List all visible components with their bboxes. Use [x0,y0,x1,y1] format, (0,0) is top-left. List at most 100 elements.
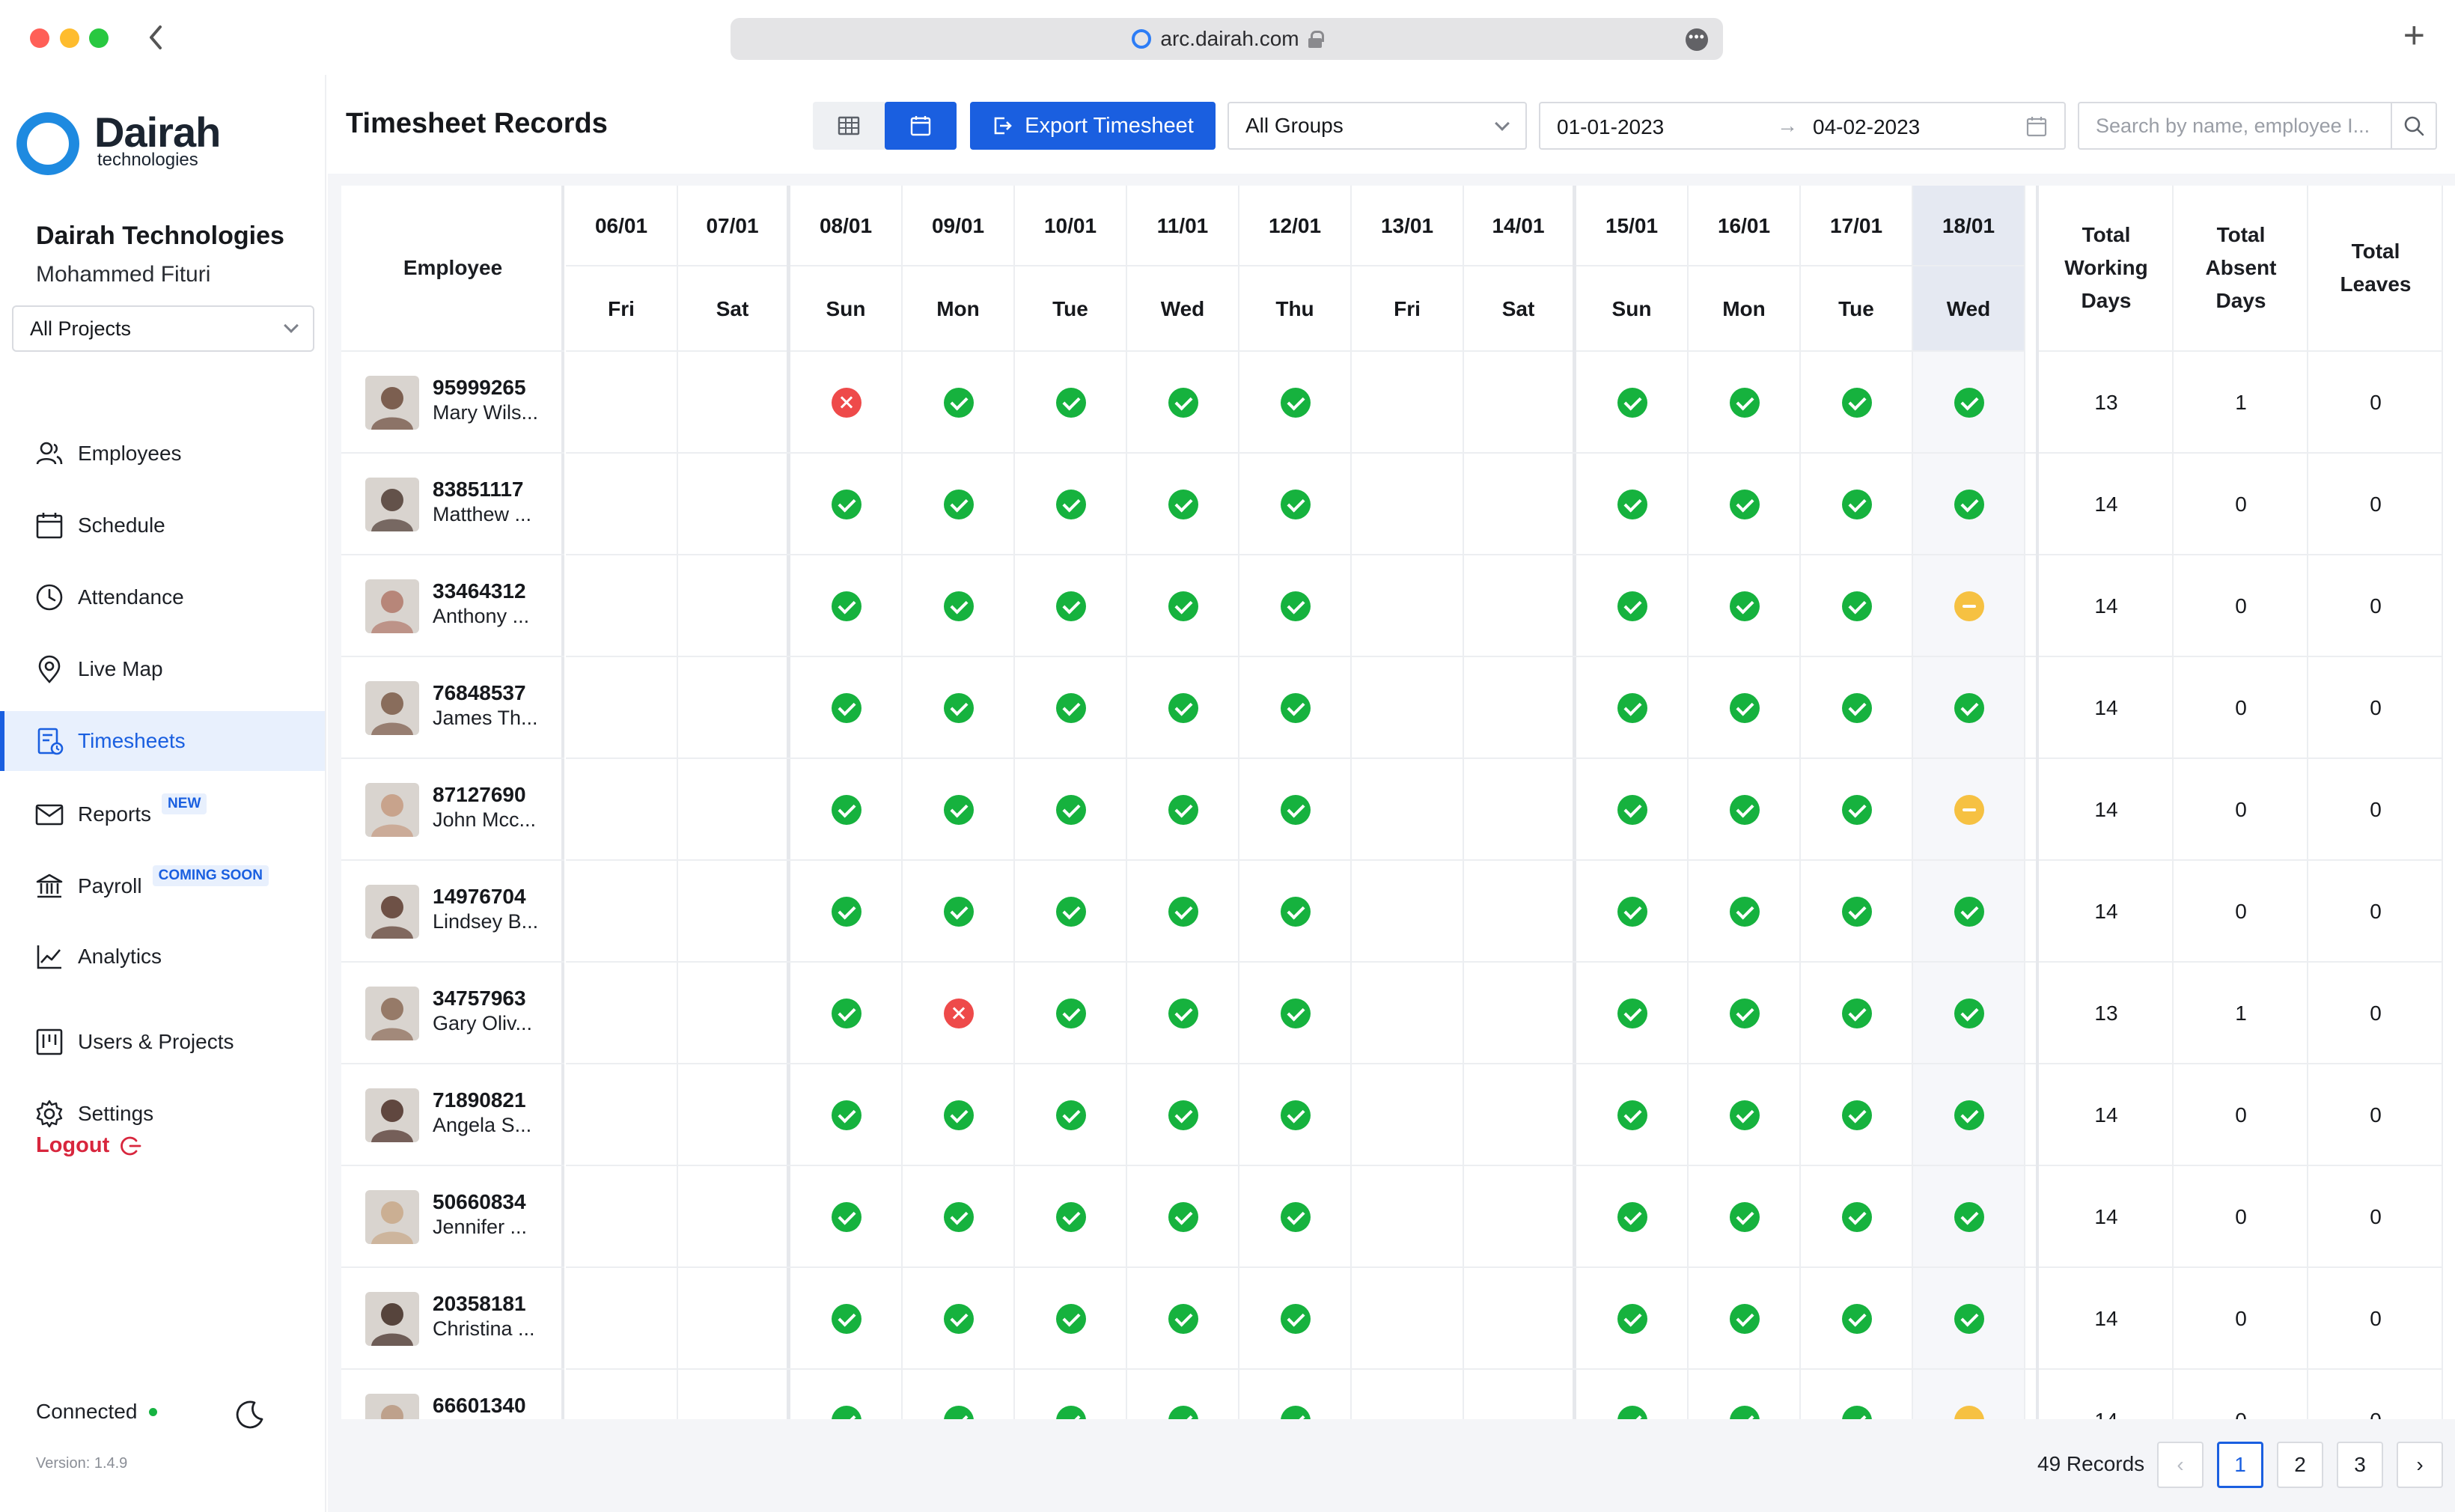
table-row[interactable]: 76848537 James Th... [341,657,564,759]
date-to[interactable]: 04-02-2023 [1813,115,1920,139]
present-check-icon[interactable] [1281,897,1311,927]
present-check-icon[interactable] [944,897,974,927]
present-check-icon[interactable] [1168,795,1198,825]
present-check-icon[interactable] [1168,999,1198,1028]
present-check-icon[interactable] [1281,693,1311,723]
sidebar-item-payroll[interactable]: Payroll COMING SOON [0,856,325,916]
table-row[interactable]: 20358181 Christina ... [341,1268,564,1370]
sidebar-item-attendance[interactable]: Attendance [0,567,325,627]
present-check-icon[interactable] [1842,795,1872,825]
present-check-icon[interactable] [1617,1202,1647,1232]
present-check-icon[interactable] [1056,1202,1086,1232]
present-check-icon[interactable] [1281,999,1311,1028]
present-check-icon[interactable] [1842,1202,1872,1232]
table-row[interactable]: 50660834 Jennifer ... [341,1166,564,1268]
present-check-icon[interactable] [1168,897,1198,927]
sidebar-item-analytics[interactable]: Analytics [0,927,325,987]
present-check-icon[interactable] [1617,999,1647,1028]
dark-mode-moon-icon[interactable] [234,1398,266,1431]
present-check-icon[interactable] [1954,1100,1984,1130]
present-check-icon[interactable] [832,795,861,825]
search-button[interactable] [2391,102,2437,150]
present-check-icon[interactable] [1842,591,1872,621]
present-check-icon[interactable] [1617,795,1647,825]
present-check-icon[interactable] [1730,1202,1760,1232]
table-row[interactable]: 66601340 [341,1370,564,1419]
page-1-button[interactable]: 1 [2217,1442,2263,1488]
present-check-icon[interactable] [1281,490,1311,519]
table-view-button[interactable] [813,102,885,150]
present-check-icon[interactable] [1954,388,1984,418]
present-check-icon[interactable] [1842,490,1872,519]
partial-day-icon[interactable] [1954,591,1984,621]
present-check-icon[interactable] [1842,999,1872,1028]
present-check-icon[interactable] [1617,591,1647,621]
present-check-icon[interactable] [944,591,974,621]
sidebar-item-users-projects[interactable]: Users & Projects [0,1012,325,1072]
present-check-icon[interactable] [1056,999,1086,1028]
more-options-icon[interactable]: ••• [1686,28,1708,51]
present-check-icon[interactable] [1056,795,1086,825]
present-check-icon[interactable] [944,795,974,825]
present-check-icon[interactable] [1617,693,1647,723]
search-input[interactable]: Search by name, employee I... [2078,102,2392,150]
present-check-icon[interactable] [832,1100,861,1130]
sidebar-item-employees[interactable]: Employees [0,424,325,484]
present-check-icon[interactable] [1056,490,1086,519]
sidebar-item-schedule[interactable]: Schedule [0,496,325,555]
table-row[interactable]: 95999265 Mary Wils... [341,352,564,454]
present-check-icon[interactable] [1168,591,1198,621]
present-check-icon[interactable] [1730,1100,1760,1130]
absent-x-icon[interactable] [944,999,974,1028]
address-bar[interactable]: arc.dairah.com ••• [731,18,1723,60]
present-check-icon[interactable] [1842,1304,1872,1334]
sidebar-item-live-map[interactable]: Live Map [0,639,325,699]
present-check-icon[interactable] [1056,1100,1086,1130]
close-window-button[interactable] [30,28,49,48]
present-check-icon[interactable] [1168,1304,1198,1334]
present-check-icon[interactable] [1056,693,1086,723]
present-check-icon[interactable] [1842,1100,1872,1130]
back-arrow-icon[interactable] [144,19,168,55]
present-check-icon[interactable] [1168,490,1198,519]
present-check-icon[interactable] [832,897,861,927]
present-check-icon[interactable] [832,1202,861,1232]
sidebar-item-timesheets[interactable]: Timesheets [0,711,325,771]
present-check-icon[interactable] [944,1202,974,1232]
present-check-icon[interactable] [1168,693,1198,723]
partial-day-icon[interactable] [1954,795,1984,825]
table-row[interactable]: 71890821 Angela S... [341,1064,564,1166]
new-tab-button[interactable]: + [2403,16,2425,54]
date-from[interactable]: 01-01-2023 [1557,115,1664,139]
present-check-icon[interactable] [832,693,861,723]
present-check-icon[interactable] [1281,388,1311,418]
absent-x-icon[interactable] [832,388,861,418]
present-check-icon[interactable] [832,591,861,621]
present-check-icon[interactable] [1056,897,1086,927]
present-check-icon[interactable] [1281,795,1311,825]
present-check-icon[interactable] [1168,388,1198,418]
present-check-icon[interactable] [1281,1202,1311,1232]
export-timesheet-button[interactable]: Export Timesheet [970,102,1216,150]
table-row[interactable]: 87127690 John Mcc... [341,759,564,861]
present-check-icon[interactable] [1281,591,1311,621]
present-check-icon[interactable] [1617,1304,1647,1334]
present-check-icon[interactable] [1954,897,1984,927]
present-check-icon[interactable] [944,1304,974,1334]
present-check-icon[interactable] [1730,693,1760,723]
present-check-icon[interactable] [1281,1100,1311,1130]
logout-button[interactable]: Logout [36,1133,142,1158]
sidebar-item-reports[interactable]: Reports NEW [0,784,325,844]
present-check-icon[interactable] [1954,1304,1984,1334]
prev-page-button[interactable]: ‹ [2157,1442,2204,1488]
present-check-icon[interactable] [1056,1304,1086,1334]
table-row[interactable]: 34757963 Gary Oliv... [341,963,564,1064]
present-check-icon[interactable] [1730,795,1760,825]
present-check-icon[interactable] [1730,999,1760,1028]
present-check-icon[interactable] [1168,1100,1198,1130]
minimize-window-button[interactable] [60,28,79,48]
page-2-button[interactable]: 2 [2277,1442,2323,1488]
present-check-icon[interactable] [1954,490,1984,519]
present-check-icon[interactable] [1617,388,1647,418]
present-check-icon[interactable] [944,1100,974,1130]
